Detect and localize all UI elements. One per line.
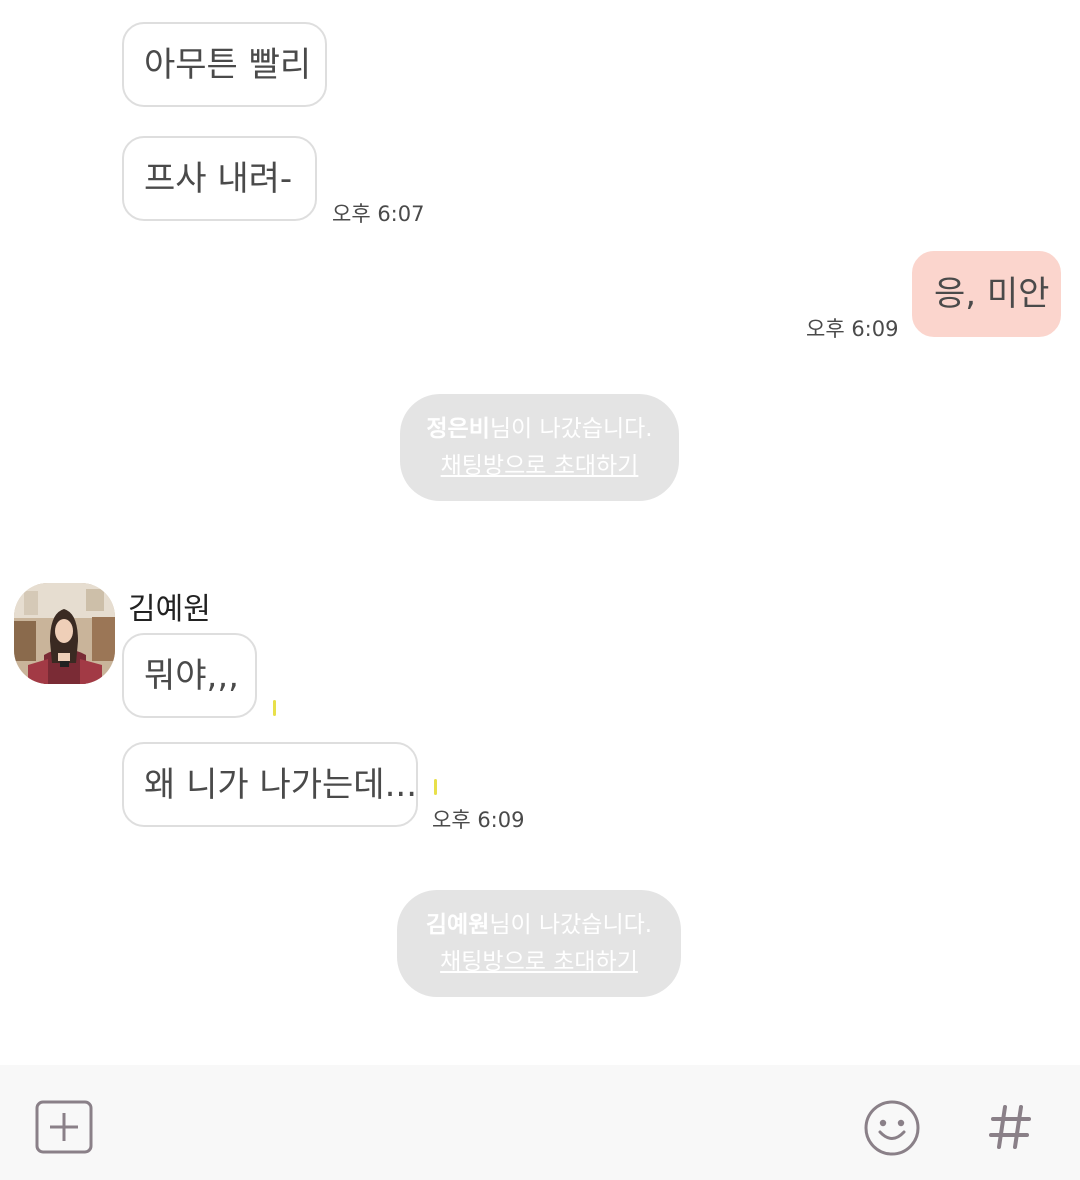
message-text: 아무튼 빨리 (144, 44, 312, 85)
message-bubble[interactable]: 뭐야,,, (122, 633, 257, 718)
sender-name: 김예원 (128, 592, 211, 627)
message-time: 오후 6:09 (806, 317, 899, 341)
invite-link[interactable]: 채팅방으로 초대하기 (400, 448, 679, 485)
left-user-name: 김예원 (425, 912, 490, 938)
message-time: 오후 6:09 (432, 808, 525, 832)
chat-screen: 아무튼 빨리 프사 내려- 오후 6:07 오후 6:09 응, 미안 정은비님… (0, 0, 1080, 1180)
system-message-text: 김예원님이 나갔습니다. (397, 907, 681, 944)
message-text: 응, 미안 (934, 274, 1050, 314)
emoji-button[interactable] (862, 1099, 922, 1157)
input-bar (0, 1065, 1080, 1180)
invite-link[interactable]: 채팅방으로 초대하기 (397, 944, 681, 981)
message-time: 오후 6:07 (332, 202, 425, 226)
unread-count (434, 779, 437, 795)
message-text: 뭐야,,, (144, 655, 239, 696)
unread-count (273, 700, 276, 716)
system-message-text: 정은비님이 나갔습니다. (400, 411, 679, 448)
message-bubble[interactable]: 프사 내려- (122, 136, 317, 221)
avatar[interactable] (14, 583, 115, 684)
left-notice: 님이 나갔습니다. (489, 912, 653, 938)
emoji-icon (864, 1100, 920, 1156)
message-bubble[interactable]: 왜 니가 나가는데... (122, 742, 418, 827)
hashtag-icon (989, 1105, 1031, 1149)
message-text: 프사 내려- (144, 158, 293, 199)
system-message: 김예원님이 나갔습니다. 채팅방으로 초대하기 (397, 890, 681, 997)
add-icon (35, 1100, 93, 1154)
add-button[interactable] (34, 1099, 94, 1155)
my-message-bubble[interactable]: 응, 미안 (912, 251, 1061, 337)
system-message: 정은비님이 나갔습니다. 채팅방으로 초대하기 (400, 394, 679, 501)
left-user-name: 정은비 (426, 416, 490, 442)
hashtag-button[interactable] (984, 1101, 1036, 1153)
left-notice: 님이 나갔습니다. (489, 416, 653, 442)
message-bubble[interactable]: 아무튼 빨리 (122, 22, 327, 107)
message-text: 왜 니가 나가는데... (144, 764, 417, 805)
